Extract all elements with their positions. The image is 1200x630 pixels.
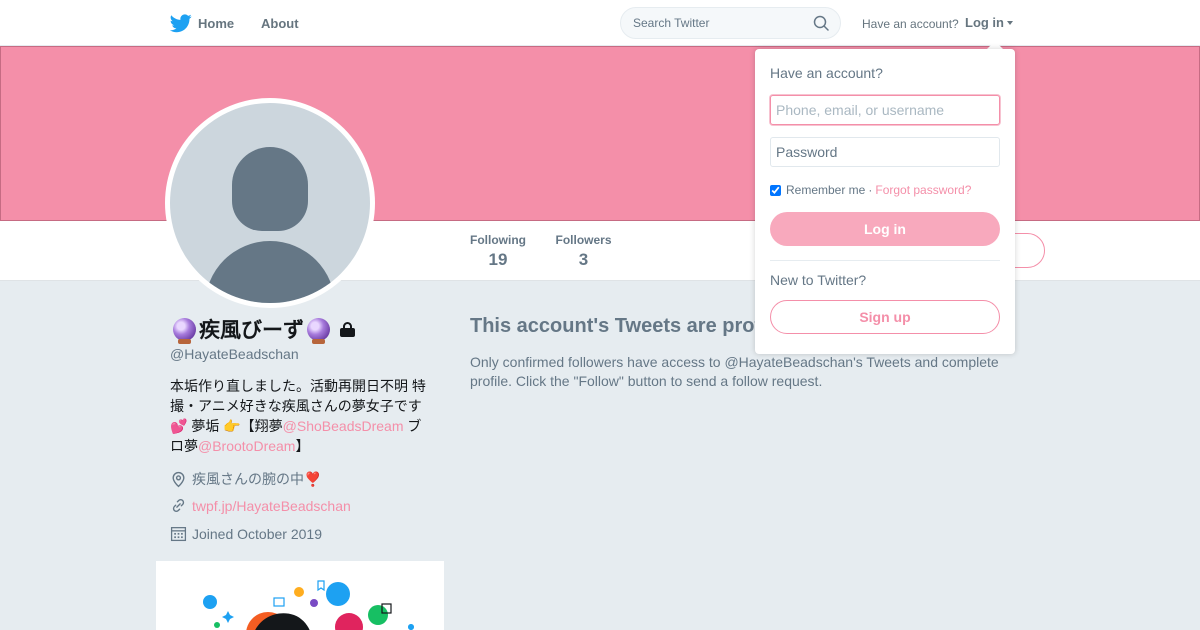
login-dropdown-panel: Have an account? Remember me · Forgot pa… [755,49,1015,354]
password-field[interactable] [770,137,1000,167]
profile-url-link[interactable]: twpf.jp/HayateBeadschan [192,498,351,514]
profile-handle[interactable]: @HayateBeadschan [170,346,299,362]
profile-url: twpf.jp/HayateBeadschan [170,497,351,514]
location-pin-icon [172,471,185,487]
promo-illustration-image [203,580,414,630]
default-avatar-icon [170,103,370,303]
profile-display-name: 疾風びーず [199,319,304,342]
have-account-text: Have an account? [862,17,959,31]
search-icon[interactable] [813,15,829,31]
followers-stat[interactable]: Followers 3 [555,233,612,270]
location-text: 疾風さんの腕の中 [192,471,304,487]
profile-join-date: Joined October 2019 [170,525,322,542]
login-toggle-label: Log in [965,15,1004,30]
following-label: Following [470,233,526,247]
crystal-ball-icon [307,317,330,344]
bio-sho-prefix: 【翔夢 [240,418,283,434]
promo-illustration-card [156,561,444,630]
profile-location: 疾風さんの腕の中 ❣️ [170,469,321,489]
join-date-text: Joined October 2019 [192,525,322,542]
bio-mention-link[interactable]: @ShoBeadsDream [283,418,404,434]
profile-avatar[interactable] [165,98,375,308]
protected-lock-icon [340,321,355,337]
bio-suffix: 】 [295,438,310,454]
username-field[interactable] [770,95,1000,125]
search-box [620,7,841,39]
bio-dream-label: 夢垢 [187,418,224,434]
link-icon [172,499,185,512]
twitter-bird-icon [170,14,192,33]
profile-name: 疾風びーず [170,314,355,344]
dropdown-divider [770,260,1000,261]
bio-mention-link[interactable]: @BrootoDream [198,438,295,454]
protected-account-description: Only confirmed followers have access to … [470,354,999,389]
login-submit-button[interactable]: Log in [770,212,1000,246]
caret-down-icon [1007,21,1013,25]
top-navigation-bar: Home About Have an account? Log in [0,0,1200,46]
exclamation-heart-icon: ❣️ [304,470,322,487]
nav-home-label: Home [198,15,235,31]
remember-me-checkbox[interactable] [770,184,781,196]
followers-label: Followers [555,233,612,247]
pointing-hand-icon: 👉 [223,418,241,434]
forgot-password-link[interactable]: Forgot password? [875,183,971,197]
following-stat[interactable]: Following 19 [470,233,526,270]
new-to-twitter-text: New to Twitter? [770,272,867,288]
following-count: 19 [488,250,508,269]
login-dropdown-toggle[interactable]: Log in [965,15,1013,30]
remember-me-label[interactable]: Remember me [786,183,865,197]
remember-me-row: Remember me · Forgot password? [770,183,971,197]
separator-dot: · [868,183,873,197]
followers-count: 3 [578,250,589,269]
bio-text: 本垢作り直しました。活動再開日不明 特撮・アニメ好きな疾風さんの夢女子です [170,378,426,414]
two-hearts-icon: 💕 [170,418,188,434]
avatar-head-shape [232,147,308,231]
profile-bio: 本垢作り直しました。活動再開日不明 特撮・アニメ好きな疾風さんの夢女子です 💕 夢… [170,376,435,456]
nav-about-link[interactable]: About [261,16,299,31]
search-input[interactable] [633,8,813,38]
signup-button[interactable]: Sign up [770,300,1000,334]
avatar-body-shape [205,241,335,303]
calendar-icon [170,527,187,542]
nav-home-link[interactable]: Home [170,12,234,34]
crystal-ball-icon [173,317,196,344]
login-dropdown-title: Have an account? [770,65,883,81]
